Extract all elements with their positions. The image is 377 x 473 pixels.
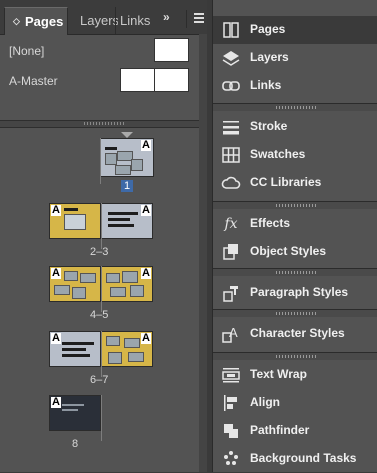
page-2-master-tag: A [51, 204, 61, 216]
master-none[interactable]: [None] [0, 38, 200, 66]
dock-group-grip[interactable] [213, 268, 377, 276]
dock-item-character-styles-label: Character Styles [250, 326, 345, 340]
page-5-master-tag: A [141, 267, 151, 279]
tab-pages-label: Pages [25, 14, 64, 29]
dock-item-effects[interactable]: fx Effects [213, 210, 377, 238]
page-4-master-tag: A [51, 267, 61, 279]
background-tasks-icon [221, 450, 241, 468]
dock-item-pathfinder-label: Pathfinder [250, 423, 310, 437]
dock-item-text-wrap-label: Text Wrap [250, 367, 307, 381]
vertical-scrollbar[interactable] [199, 34, 207, 472]
character-styles-icon: A [221, 325, 241, 343]
dock-group-grip[interactable] [213, 103, 377, 111]
dock-item-text-wrap[interactable]: Text Wrap [213, 361, 377, 389]
more-tabs-button[interactable]: » [163, 10, 170, 24]
tab-links-label: Links [120, 13, 151, 28]
master-none-thumbnail[interactable] [154, 38, 189, 62]
dock-item-cc-libraries-label: CC Libraries [250, 175, 322, 189]
page-6-thumbnail[interactable]: A [49, 331, 101, 367]
page-7-master-tag: A [141, 332, 151, 344]
spread-4-5-label[interactable]: 4–5 [90, 309, 108, 321]
page-6-master-tag: A [51, 332, 61, 344]
master-a[interactable]: A-Master [0, 68, 200, 96]
pages-panel: ◇ Pages Layers Links » [None] A-Master A… [0, 0, 207, 472]
master-none-label: [None] [9, 44, 45, 58]
dock-item-background-tasks-label: Background Tasks [250, 451, 357, 465]
panel-tab-bar: ◇ Pages Layers Links » [0, 0, 207, 35]
text-wrap-icon [221, 366, 241, 384]
links-icon [221, 77, 241, 95]
tab-links[interactable]: Links [115, 7, 158, 34]
dock-item-swatches-label: Swatches [250, 147, 306, 161]
dock-item-pages-label: Pages [250, 22, 286, 36]
page-3-master-tag: A [141, 204, 151, 216]
page-4-thumbnail[interactable]: A [49, 266, 101, 302]
pages-icon [221, 21, 241, 39]
page-5-thumbnail[interactable]: A [101, 266, 153, 302]
dock-item-stroke-label: Stroke [250, 119, 288, 133]
dock-item-stroke[interactable]: Stroke [213, 113, 377, 141]
panel-dock: Pages Layers Links Stroke Swatches CC Li… [212, 0, 377, 472]
object-styles-icon [221, 243, 241, 261]
tab-layers[interactable]: Layers [74, 7, 118, 34]
dock-item-paragraph-styles[interactable]: Paragraph Styles [213, 279, 377, 307]
dock-group-grip[interactable] [213, 309, 377, 317]
dock-item-cc-libraries[interactable]: CC Libraries [213, 169, 377, 197]
dock-item-links-label: Links [250, 78, 282, 92]
master-a-left-thumbnail[interactable] [120, 68, 155, 92]
stroke-icon [221, 118, 241, 136]
page-8-thumbnail[interactable]: A [49, 395, 101, 431]
page-8-master-tag: A [51, 396, 61, 408]
master-a-label: A-Master [9, 74, 58, 88]
dock-item-character-styles[interactable]: A Character Styles [213, 320, 377, 348]
dock-group-grip[interactable] [213, 352, 377, 360]
dock-item-pathfinder[interactable]: Pathfinder [213, 417, 377, 445]
page-3-thumbnail[interactable]: A [101, 203, 153, 239]
dock-item-object-styles-label: Object Styles [250, 244, 327, 258]
dock-item-swatches[interactable]: Swatches [213, 141, 377, 169]
dock-item-layers-label: Layers [250, 50, 289, 64]
dock-item-align[interactable]: Align [213, 389, 377, 417]
creative-cloud-icon [221, 174, 241, 192]
masters-section: [None] A-Master [0, 34, 200, 120]
spread-2-3-label[interactable]: 2–3 [90, 246, 108, 258]
svg-text:A: A [229, 325, 238, 340]
spread-8-label[interactable]: 8 [72, 438, 78, 450]
dock-item-links[interactable]: Links [213, 72, 377, 100]
pathfinder-icon [221, 422, 241, 440]
tab-pages[interactable]: ◇ Pages [4, 7, 68, 35]
section-divider[interactable] [0, 120, 207, 128]
tab-layers-label: Layers [80, 13, 118, 28]
layers-icon [221, 49, 241, 67]
page-2-thumbnail[interactable]: A [49, 203, 101, 239]
dock-item-layers[interactable]: Layers [213, 44, 377, 72]
paragraph-styles-icon [221, 284, 241, 302]
panel-menu-icon[interactable] [186, 10, 205, 28]
dock-item-align-label: Align [250, 395, 280, 409]
dock-item-effects-label: Effects [250, 216, 291, 230]
page-spreads: A 1 A A 2–3 A A 4–5 A A 6–7 A 8 [0, 128, 199, 472]
spread-1-label[interactable]: 1 [121, 180, 134, 192]
swatches-icon [221, 146, 241, 164]
page-7-thumbnail[interactable]: A [101, 331, 153, 367]
spread-6-7-label[interactable]: 6–7 [90, 374, 108, 386]
dock-group-grip[interactable] [213, 201, 377, 209]
page-1-thumbnail[interactable]: A [100, 138, 154, 177]
dock-item-object-styles[interactable]: Object Styles [213, 238, 377, 266]
dock-item-pages[interactable]: Pages [213, 16, 377, 44]
page-1-master-tag: A [141, 139, 151, 151]
master-a-right-thumbnail[interactable] [154, 68, 189, 92]
dock-item-paragraph-styles-label: Paragraph Styles [250, 285, 349, 299]
fx-icon: fx [224, 216, 238, 232]
dock-item-background-tasks[interactable]: Background Tasks [213, 445, 377, 473]
updown-icon[interactable]: ◇ [13, 8, 20, 35]
align-icon [221, 394, 241, 412]
